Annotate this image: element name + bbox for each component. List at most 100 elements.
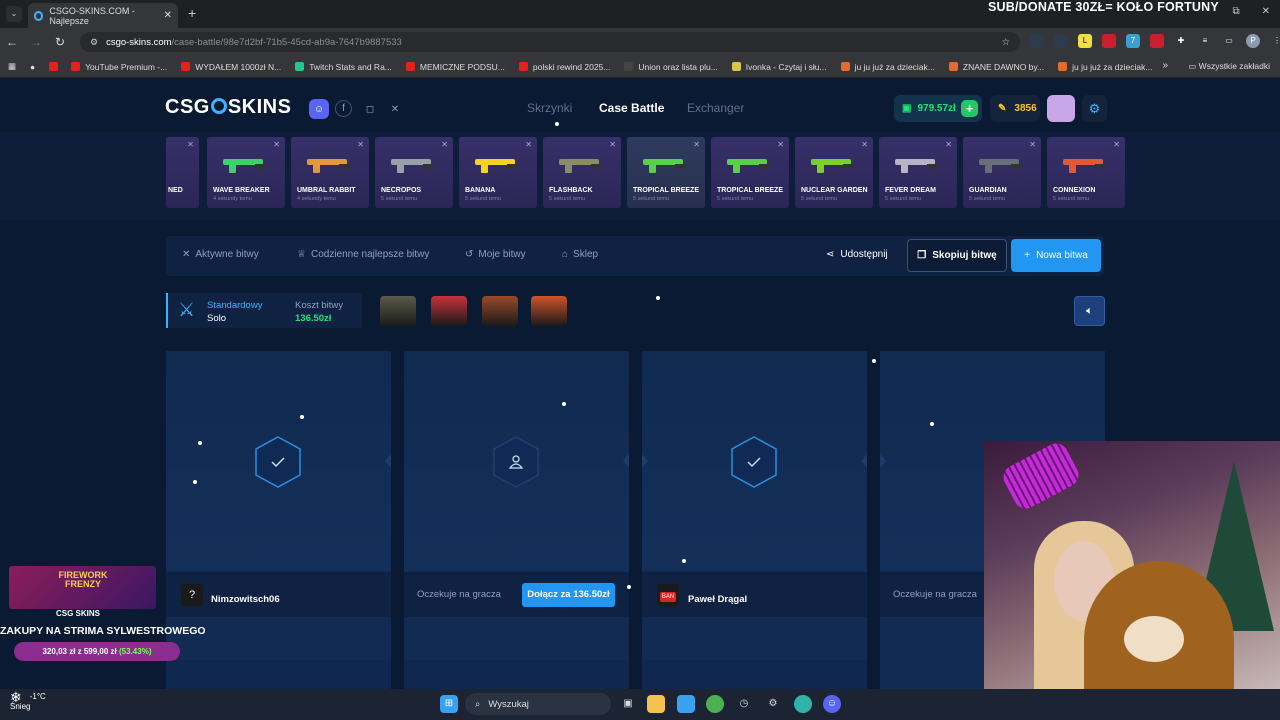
player-avatar[interactable]: BAN (657, 584, 679, 606)
bookmark[interactable]: Union oraz lista plu... (624, 62, 718, 72)
bookmark[interactable] (49, 62, 63, 71)
drop-card[interactable]: NED ✕ (166, 137, 199, 208)
extension-icon[interactable] (1030, 34, 1044, 48)
more-bookmarks-icon[interactable]: » (1162, 60, 1168, 71)
split-icon[interactable]: ▭ (1222, 34, 1236, 48)
extension-icon[interactable] (1102, 34, 1116, 48)
facebook-icon[interactable]: f (335, 100, 352, 117)
sound-toggle-icon[interactable]: 🔈︎ (1074, 296, 1105, 326)
tab-daily-best[interactable]: ♕ Codzienne najlepsze bitwy (297, 249, 429, 260)
site-logo[interactable]: CSG SKINS (165, 96, 291, 119)
extension-icon[interactable]: L (1078, 34, 1092, 48)
bookmark[interactable]: ZNANE DAWNO by... (948, 62, 1044, 72)
task-view-icon[interactable]: ▣ (619, 695, 637, 713)
windows-start-icon[interactable]: ⊞ (440, 695, 458, 713)
drop-card[interactable]: FLASHBACK 5 sekund temu ✕ (543, 137, 621, 208)
back-icon[interactable]: ← (0, 35, 24, 49)
browser-app-icon[interactable] (794, 695, 812, 713)
nav-cases[interactable]: Skrzynki (527, 101, 572, 115)
dismiss-drop-icon[interactable]: ✕ (187, 140, 194, 149)
dismiss-drop-icon[interactable]: ✕ (273, 140, 280, 149)
dismiss-drop-icon[interactable]: ✕ (945, 140, 952, 149)
reload-icon[interactable]: ↻ (48, 35, 72, 49)
bookmark[interactable]: ju ju już za dzieciak... (1058, 62, 1152, 72)
menu-icon[interactable]: ≡ (1198, 34, 1212, 48)
dismiss-drop-icon[interactable]: ✕ (357, 140, 364, 149)
url-input[interactable]: ⚙ csgo-skins.com /case-battle/98e7d2bf-7… (80, 32, 1020, 52)
dismiss-drop-icon[interactable]: ✕ (693, 140, 700, 149)
close-tab-icon[interactable]: ✕ (164, 10, 172, 21)
close-window-icon[interactable]: ✕ (1262, 6, 1270, 17)
case-thumbnail[interactable] (531, 296, 567, 326)
join-battle-button[interactable]: Dołącz za 136.50zł (522, 583, 615, 607)
player-name[interactable]: Nimzowitsch06 (211, 594, 280, 605)
dismiss-drop-icon[interactable]: ✕ (861, 140, 868, 149)
settings-app-icon[interactable]: ⚙ (764, 695, 782, 713)
player-avatar[interactable]: ? (181, 584, 203, 606)
taskbar-search[interactable]: ⌕ Wyszukaj (465, 693, 611, 715)
more-icon[interactable]: ⋮ (1270, 34, 1280, 48)
store-icon[interactable] (677, 695, 695, 713)
bookmark[interactable]: polski rewind 2025... (518, 62, 610, 72)
tab-active-battles[interactable]: ✕ Aktywne bitwy (182, 249, 259, 260)
tab-my-battles[interactable]: ↺ Moje bitwy (465, 249, 526, 260)
drop-card[interactable]: FEVER DREAM 5 sekund temu ✕ (879, 137, 957, 208)
dismiss-drop-icon[interactable]: ✕ (777, 140, 784, 149)
forward-icon[interactable]: → (24, 35, 48, 49)
player-name[interactable]: Paweł Drągal (688, 594, 747, 605)
puzzle-icon[interactable]: ✚ (1174, 34, 1188, 48)
drop-card[interactable]: CONNEXION 5 sekund temu ✕ (1047, 137, 1125, 208)
dismiss-drop-icon[interactable]: ✕ (609, 140, 616, 149)
browser-tab[interactable]: CSGO-SKINS.COM - Najlepsze ✕ (28, 3, 178, 28)
dismiss-drop-icon[interactable]: ✕ (1113, 140, 1120, 149)
bookmark[interactable]: ju ju już za dzieciak... (840, 62, 935, 72)
drop-card[interactable]: NUCLEAR GARDEN 5 sekund temu ✕ (795, 137, 873, 208)
deposit-button[interactable]: + (961, 100, 978, 117)
nav-case-battle[interactable]: Case Battle (599, 101, 664, 115)
user-avatar[interactable] (1047, 95, 1075, 122)
new-battle-button[interactable]: + Nowa bitwa (1011, 239, 1101, 272)
settings-gear-icon[interactable]: ⚙ (1082, 95, 1107, 122)
github-icon[interactable]: ● (30, 62, 35, 72)
extension-icon[interactable] (1054, 34, 1068, 48)
dismiss-drop-icon[interactable]: ✕ (441, 140, 448, 149)
dismiss-drop-icon[interactable]: ✕ (1029, 140, 1036, 149)
copy-battle-button[interactable]: ❐ Skopiuj bitwę (907, 239, 1007, 272)
drop-card[interactable]: GUARDIAN 5 sekund temu ✕ (963, 137, 1041, 208)
extension-icon[interactable] (1150, 34, 1164, 48)
site-info-icon[interactable]: ⚙ (90, 37, 98, 48)
chrome-icon[interactable] (706, 695, 724, 713)
bookmark[interactable]: WYDAŁEM 1000zł N... (181, 62, 281, 72)
drop-card[interactable]: NECROPOS 5 sekund temu ✕ (375, 137, 453, 208)
extension-icon[interactable]: 7 (1126, 34, 1140, 48)
profile-avatar[interactable]: P (1246, 34, 1260, 48)
restore-icon[interactable]: ⧉ (1232, 6, 1239, 17)
share-button[interactable]: ⋖ Udostępnij (826, 249, 888, 260)
coins-display[interactable]: ✎ 3856 (990, 95, 1040, 122)
dismiss-drop-icon[interactable]: ✕ (525, 140, 532, 149)
all-bookmarks-folder[interactable]: ▭ Wszystkie zakładki (1188, 61, 1270, 72)
drop-card[interactable]: BANANA 5 sekund temu ✕ (459, 137, 537, 208)
discord-app-icon[interactable]: ☺ (823, 695, 841, 713)
drop-card[interactable]: TROPICAL BREEZE 5 sekund temu ✕ (627, 137, 705, 208)
case-thumbnail[interactable] (482, 296, 518, 326)
case-thumbnail[interactable] (380, 296, 416, 326)
bookmark[interactable]: YouTube Premium -... (71, 62, 167, 72)
clock-app-icon[interactable]: ◷ (735, 695, 753, 713)
weather-widget[interactable]: ❄ -1°C Śnieg (10, 690, 46, 712)
drop-card[interactable]: TROPICAL BREEZE 5 sekund temu ✕ (711, 137, 789, 208)
instagram-icon[interactable]: ◻ (360, 99, 380, 119)
tab-shop[interactable]: ⌂ Sklep (562, 249, 598, 260)
case-thumbnail[interactable] (431, 296, 467, 326)
drop-card[interactable]: WAVE BREAKER 4 sekundy temu ✕ (207, 137, 285, 208)
bookmark-star-icon[interactable]: ☆ (1001, 37, 1010, 48)
bookmark[interactable]: Ivonka - Czytaj i słu... (731, 62, 827, 72)
new-tab-button[interactable]: + (188, 5, 196, 21)
apps-icon[interactable]: ▦ (8, 61, 16, 72)
tab-search-button[interactable]: ⌄ (6, 6, 22, 22)
x-icon[interactable]: ✕ (385, 99, 405, 119)
discord-icon[interactable]: ☺ (309, 99, 329, 119)
file-explorer-icon[interactable] (647, 695, 665, 713)
nav-exchanger[interactable]: Exchanger (687, 101, 744, 115)
bookmark[interactable]: Twitch Stats and Ra... (295, 62, 392, 72)
